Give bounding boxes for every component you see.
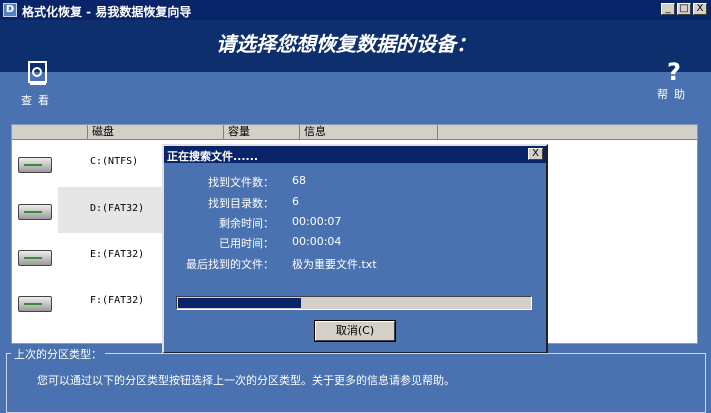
progress-fill xyxy=(178,298,301,308)
hard-drive-icon xyxy=(18,157,52,173)
files-found-value: 68 xyxy=(292,174,306,187)
elapsed-time-value: 00:00:04 xyxy=(292,235,342,248)
column-disk[interactable]: 磁盘 xyxy=(88,125,224,139)
view-label: 查看 xyxy=(21,94,55,107)
search-progress-dialog: 正在搜索文件...... X 找到文件数： 68 找到目录数： 6 剩余时间： … xyxy=(162,144,548,354)
remaining-time-value: 00:00:07 xyxy=(292,215,342,228)
partition-group-legend: 上次的分区类型： xyxy=(11,346,105,362)
page-title: 请选择您想恢复数据的设备： xyxy=(216,32,476,56)
minimize-button[interactable]: _ xyxy=(661,3,675,15)
title-bar: D 格式化恢复 - 易我数据恢复向导 _ □ X xyxy=(0,0,711,20)
column-header-icon[interactable] xyxy=(12,125,88,139)
drive-name: F:(FAT32) xyxy=(90,295,145,306)
drive-name: D:(FAT32) xyxy=(90,203,145,214)
maximize-button[interactable]: □ xyxy=(677,3,691,15)
cancel-button[interactable]: 取消(C) xyxy=(315,321,395,341)
column-capacity[interactable]: 容量 xyxy=(224,125,300,139)
hard-drive-icon xyxy=(18,204,52,220)
remaining-time-label: 剩余时间： xyxy=(219,217,274,230)
disk-magnifier-icon xyxy=(18,60,58,92)
elapsed-time-label: 已用时间： xyxy=(219,237,274,250)
dirs-found-value: 6 xyxy=(292,195,299,208)
hard-drive-icon xyxy=(18,250,52,266)
help-button[interactable]: ? 帮助 xyxy=(652,58,696,102)
last-file-value: 极为重要文件.txt xyxy=(292,258,377,271)
header-band: 请选择您想恢复数据的设备： xyxy=(0,20,711,72)
dialog-close-button[interactable]: X xyxy=(528,148,543,160)
question-icon: ? xyxy=(667,58,681,86)
drive-name: C:(NTFS) xyxy=(90,156,139,167)
column-info[interactable]: 信息 xyxy=(300,125,438,139)
help-label: 帮助 xyxy=(657,88,691,101)
view-button[interactable]: 查看 xyxy=(18,60,58,108)
column-filler xyxy=(438,125,699,139)
column-header: 磁盘 容量 信息 xyxy=(12,125,697,140)
dialog-title-bar: 正在搜索文件...... X xyxy=(164,146,546,163)
window-title: 格式化恢复 - 易我数据恢复向导 xyxy=(22,5,192,19)
last-file-label: 最后找到的文件： xyxy=(186,258,274,271)
search-progress-bar xyxy=(176,296,532,310)
dirs-found-label: 找到目录数： xyxy=(208,197,274,210)
hard-drive-icon xyxy=(18,296,52,312)
window-controls: _ □ X xyxy=(661,3,707,15)
close-button[interactable]: X xyxy=(693,3,707,15)
files-found-label: 找到文件数： xyxy=(208,176,274,189)
drive-name: E:(FAT32) xyxy=(90,249,145,260)
partition-type-group: 上次的分区类型： 您可以通过以下的分区类型按钮选择上一次的分区类型。关于更多的信… xyxy=(6,346,706,413)
app-icon: D xyxy=(3,3,17,17)
dialog-title: 正在搜索文件...... xyxy=(167,150,259,163)
partition-description: 您可以通过以下的分区类型按钮选择上一次的分区类型。关于更多的信息请参见帮助。 xyxy=(37,374,455,387)
